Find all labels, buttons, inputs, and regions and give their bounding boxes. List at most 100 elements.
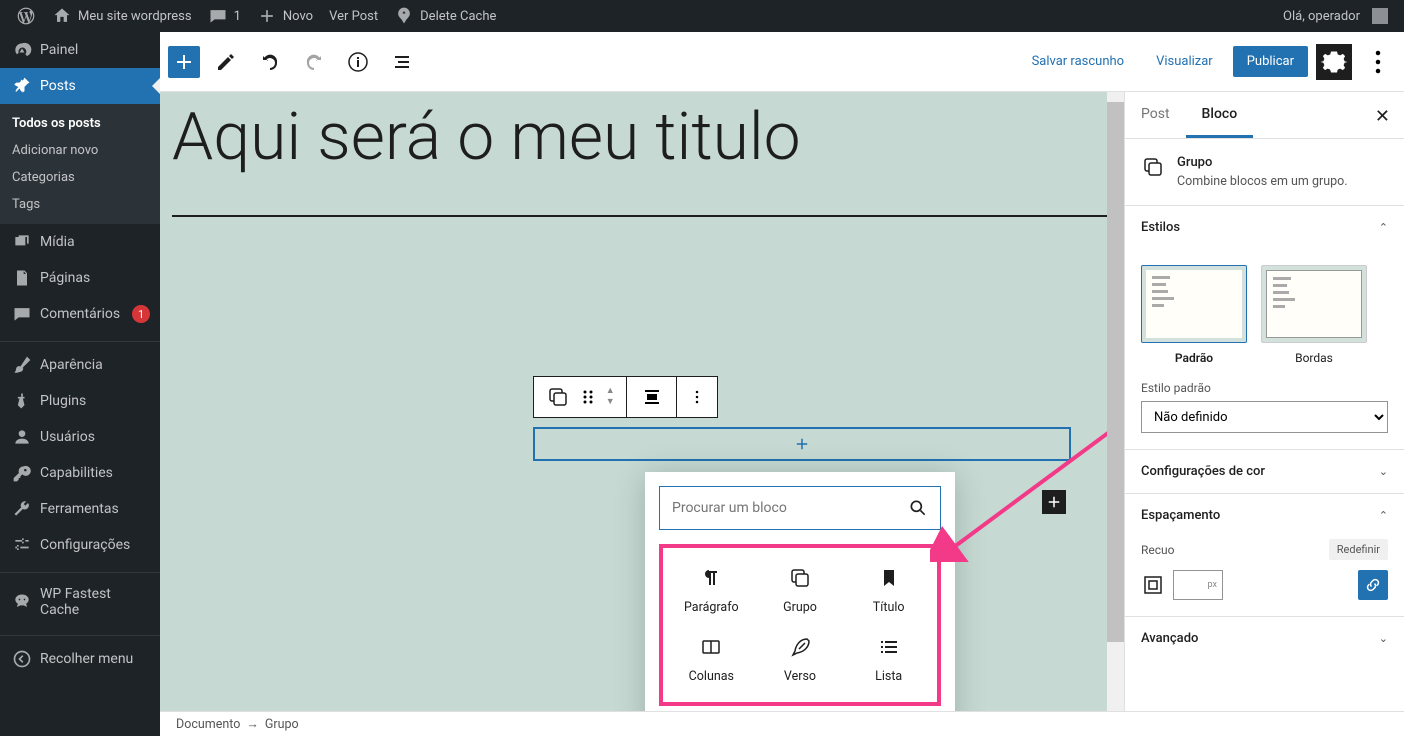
group-block-appender[interactable]: [533, 427, 1071, 461]
preview-button[interactable]: Visualizar: [1144, 46, 1225, 77]
greeting-text: Olá, operador: [1283, 9, 1360, 24]
default-style-select[interactable]: Não definido: [1141, 401, 1388, 433]
new-link[interactable]: Novo: [249, 0, 321, 32]
sidebar-item-fastest-cache[interactable]: WP Fastest Cache: [0, 578, 160, 626]
more-options-button[interactable]: [1360, 44, 1396, 80]
undo-button[interactable]: [252, 44, 288, 80]
link-icon: [1364, 576, 1382, 594]
advanced-title: Avançado: [1141, 631, 1198, 646]
block-description: Grupo Combine blocos em um grupo.: [1125, 139, 1404, 205]
align-button[interactable]: [627, 377, 677, 417]
settings-panel: Post Bloco ✕ Grupo Combine blocos em um …: [1124, 92, 1404, 711]
info-button[interactable]: [340, 44, 376, 80]
key-icon: [12, 463, 32, 483]
redo-button[interactable]: [296, 44, 332, 80]
tab-post[interactable]: Post: [1125, 92, 1186, 138]
sidebar-item-settings[interactable]: Configurações: [0, 527, 160, 563]
outline-button[interactable]: [384, 44, 420, 80]
site-link[interactable]: Meu site wordpress: [44, 0, 200, 32]
collapse-label: Recolher menu: [40, 651, 133, 667]
scrollbar[interactable]: [1107, 92, 1124, 711]
sidebar-item-appearance[interactable]: Aparência: [0, 347, 160, 383]
sidebar-item-media[interactable]: Mídia: [0, 224, 160, 260]
sidebar-item-dashboard[interactable]: Painel: [0, 32, 160, 68]
pencil-icon: [214, 50, 238, 74]
block-heading[interactable]: Título: [844, 556, 933, 625]
dashboard-label: Painel: [40, 42, 78, 58]
link-sides-button[interactable]: [1358, 570, 1388, 600]
add-block-button[interactable]: [168, 46, 200, 78]
editor: Salvar rascunho Visualizar Publicar Aqui…: [160, 32, 1404, 736]
dots-icon: [687, 387, 707, 407]
view-post-link[interactable]: Ver Post: [321, 0, 386, 32]
group-icon: [788, 566, 812, 590]
settings-tabs: Post Bloco ✕: [1125, 92, 1404, 139]
home-icon: [52, 6, 72, 26]
tools-label: Ferramentas: [40, 501, 119, 517]
move-arrows[interactable]: ▲▼: [606, 387, 615, 407]
sidebar-item-pages[interactable]: Páginas: [0, 260, 160, 296]
post-title[interactable]: Aqui será o meu titulo: [172, 92, 1112, 215]
save-draft-button[interactable]: Salvar rascunho: [1020, 46, 1137, 77]
block-more-button[interactable]: [677, 377, 717, 417]
plus-icon: [1045, 493, 1063, 511]
bookmark-icon: [877, 566, 901, 590]
block-columns[interactable]: Colunas: [667, 625, 756, 694]
spacing-title: Espaçamento: [1141, 508, 1220, 523]
search-input[interactable]: [672, 500, 908, 516]
block-paragraph[interactable]: Parágrafo: [667, 556, 756, 625]
sub-tags[interactable]: Tags: [0, 191, 160, 218]
block-list[interactable]: Lista: [844, 625, 933, 694]
style-default[interactable]: Padrão: [1141, 265, 1247, 365]
separator-block[interactable]: [172, 215, 1112, 217]
reset-button[interactable]: Redefinir: [1329, 539, 1388, 560]
sidebar-item-posts[interactable]: Posts: [0, 68, 160, 104]
block-verse[interactable]: Verso: [756, 625, 845, 694]
wp-logo[interactable]: [8, 0, 44, 32]
dashboard-icon: [12, 40, 32, 60]
drag-icon: [576, 385, 600, 409]
block-group[interactable]: Grupo: [756, 556, 845, 625]
users-label: Usuários: [40, 429, 95, 445]
sidebar-item-tools[interactable]: Ferramentas: [0, 491, 160, 527]
close-panel-button[interactable]: ✕: [1361, 92, 1404, 138]
user-greeting[interactable]: Olá, operador: [1275, 0, 1396, 32]
breadcrumb-group[interactable]: Grupo: [265, 717, 299, 732]
wrench-icon: [12, 499, 32, 519]
sub-all-posts[interactable]: Todos os posts: [0, 110, 160, 137]
gear-icon: [1316, 44, 1352, 80]
indent-input[interactable]: [1173, 570, 1223, 600]
editor-canvas[interactable]: Aqui será o meu titulo ▲▼: [160, 92, 1124, 711]
styles-title: Estilos: [1141, 220, 1180, 235]
block-label: Lista: [875, 669, 902, 684]
wordpress-icon: [16, 6, 36, 26]
breadcrumb-document[interactable]: Documento: [176, 717, 240, 732]
sidebar-collapse[interactable]: Recolher menu: [0, 641, 160, 677]
settings-toggle[interactable]: [1316, 44, 1352, 80]
styles-header[interactable]: Estilos ⌃: [1141, 220, 1388, 235]
group-type-button[interactable]: [546, 385, 570, 409]
sidebar-item-comments[interactable]: Comentários 1: [0, 296, 160, 332]
color-section[interactable]: Configurações de cor ⌄: [1125, 449, 1404, 493]
sub-categories[interactable]: Categorias: [0, 164, 160, 191]
drag-handle[interactable]: [576, 385, 600, 409]
comments-link[interactable]: 1: [200, 0, 249, 32]
sliders-icon: [12, 535, 32, 555]
spacing-header[interactable]: Espaçamento ⌃: [1141, 508, 1388, 523]
sidebar-item-plugins[interactable]: Plugins: [0, 383, 160, 419]
search-field[interactable]: [659, 486, 941, 530]
capabilities-label: Capabilities: [40, 465, 113, 481]
sub-add-new[interactable]: Adicionar novo: [0, 137, 160, 164]
delete-cache-link[interactable]: Delete Cache: [386, 0, 504, 32]
block-appender[interactable]: [1042, 490, 1066, 514]
plus-icon: [257, 6, 277, 26]
sidebar-item-users[interactable]: Usuários: [0, 419, 160, 455]
tab-block[interactable]: Bloco: [1186, 92, 1254, 138]
block-label: Colunas: [689, 669, 734, 684]
style-borders[interactable]: Bordas: [1261, 265, 1367, 365]
sidebar-item-capabilities[interactable]: Capabilities: [0, 455, 160, 491]
edit-mode-button[interactable]: [208, 44, 244, 80]
advanced-section[interactable]: Avançado ⌄: [1125, 616, 1404, 660]
publish-button[interactable]: Publicar: [1233, 46, 1308, 77]
style-label: Bordas: [1261, 351, 1367, 365]
